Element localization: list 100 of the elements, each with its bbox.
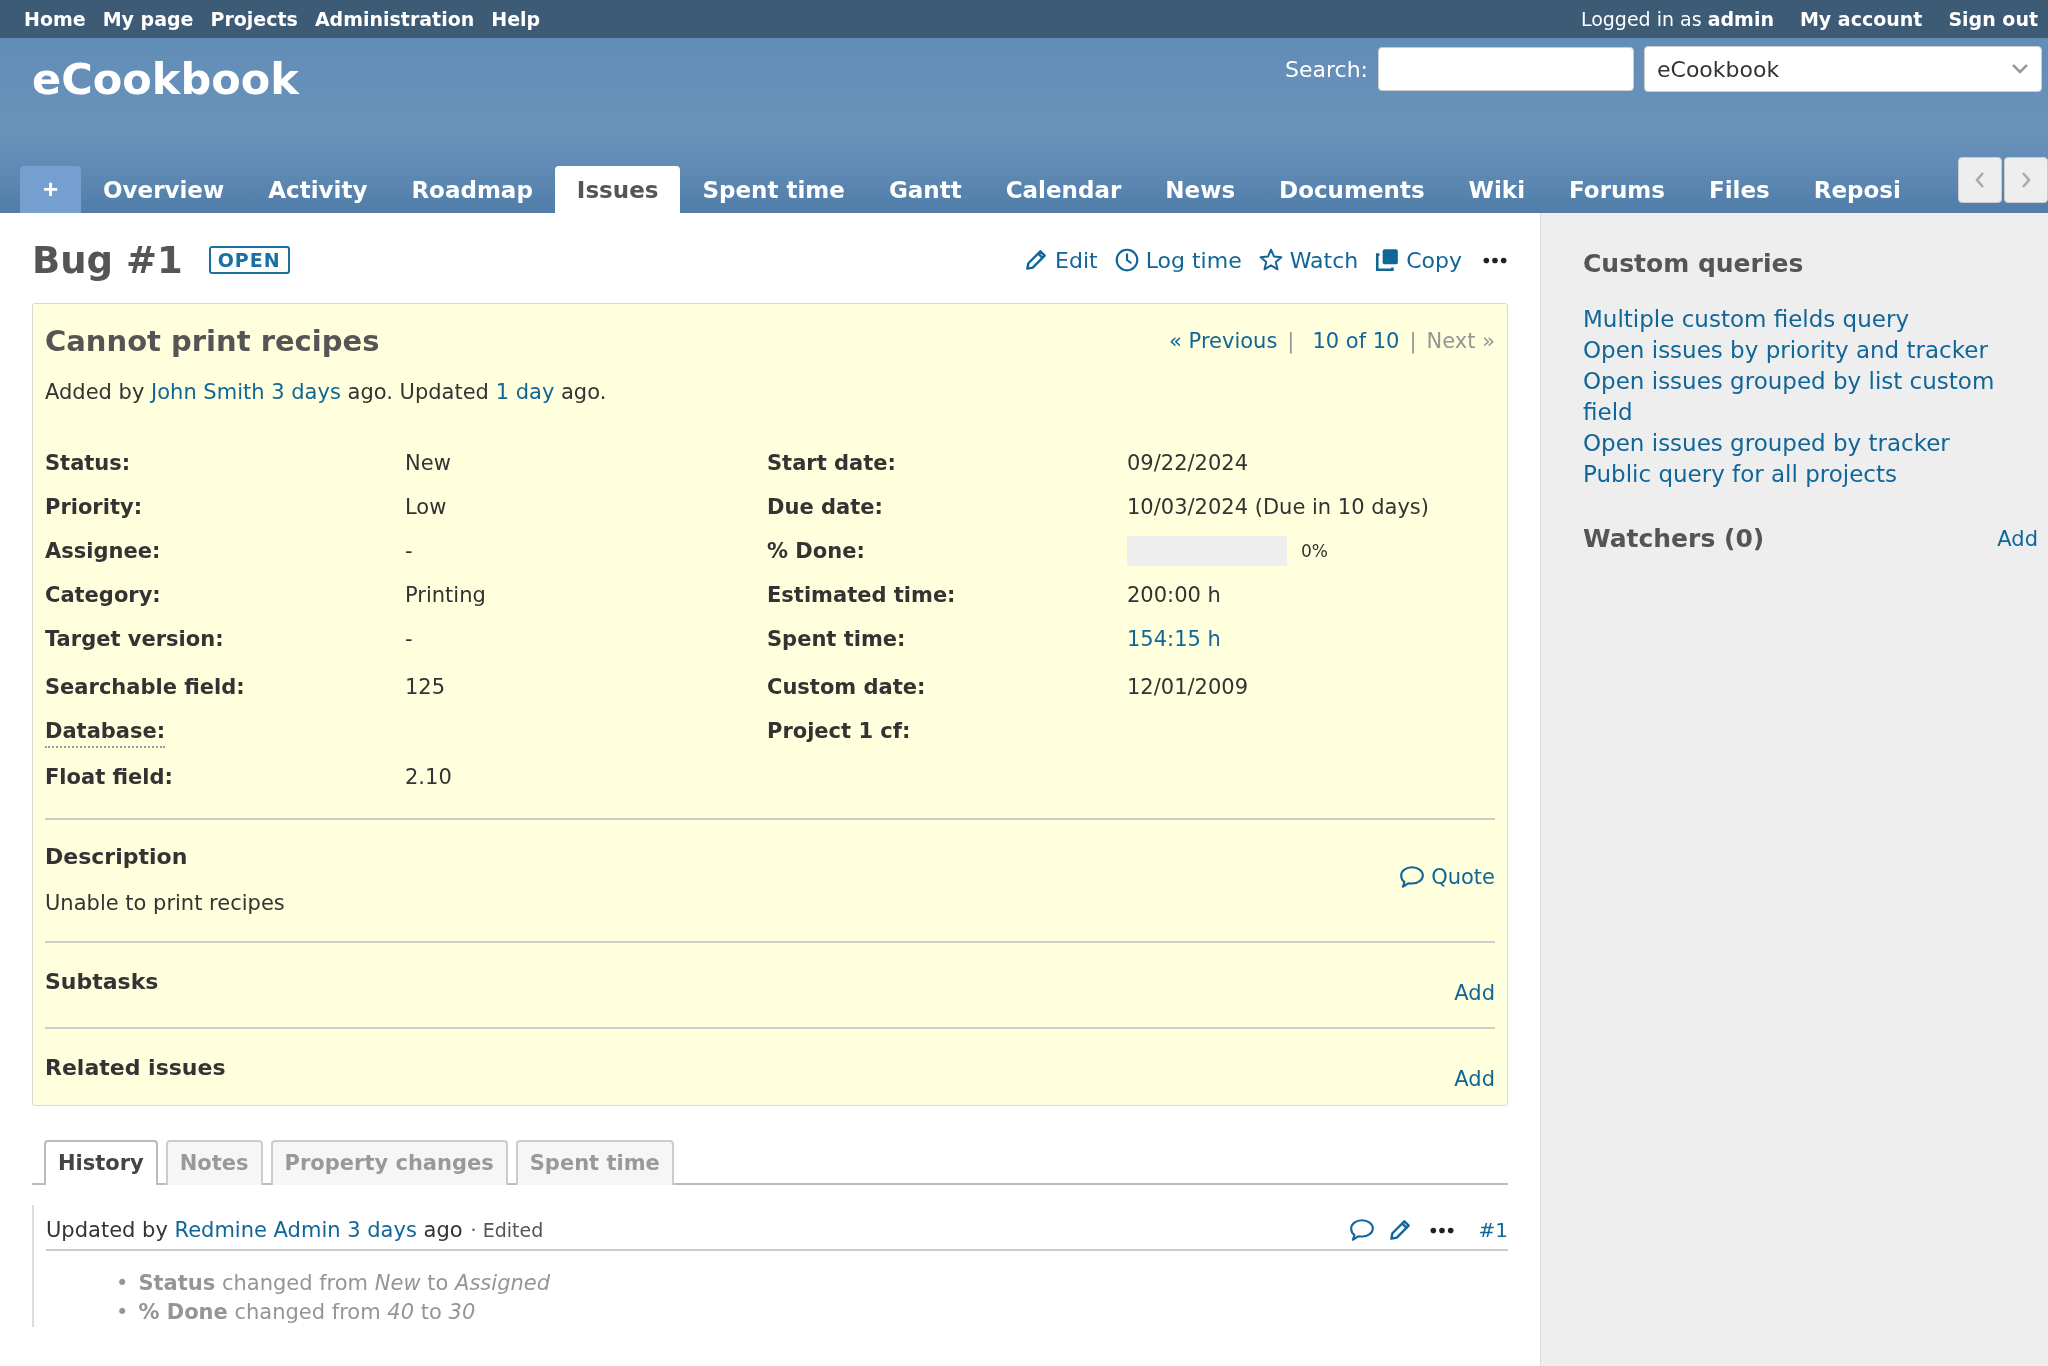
- attribute-value: -: [405, 626, 414, 653]
- query-link[interactable]: Public query for all projects: [1583, 459, 2038, 490]
- status-badge: OPEN: [208, 246, 290, 274]
- account-link[interactable]: My account: [1799, 8, 1923, 30]
- menu-tab[interactable]: Issues: [554, 166, 681, 213]
- query-link[interactable]: Open issues grouped by list custom field: [1583, 366, 2038, 428]
- journal-header: Updated by Redmine Admin 3 days ago: [46, 1218, 463, 1242]
- issue-title: Bug #1: [32, 238, 183, 282]
- previous-link[interactable]: « Previous: [1169, 329, 1278, 353]
- attribute-label: Start date:: [767, 450, 897, 477]
- attribute-value: 125: [405, 674, 447, 701]
- query-link[interactable]: Open issues grouped by tracker: [1583, 428, 2038, 459]
- nav-separator: |: [1287, 329, 1295, 353]
- chevron-right-icon: [2020, 171, 2032, 189]
- issue-subject: Cannot print recipes: [45, 324, 380, 358]
- attribute-value: New: [405, 450, 452, 477]
- attribute-value: -: [405, 538, 414, 565]
- speech-bubble-icon[interactable]: [1399, 864, 1426, 890]
- progress-percent: 0%: [1301, 540, 1328, 563]
- menu-tab[interactable]: Gantt: [866, 166, 984, 213]
- attribute-label: Estimated time:: [767, 582, 957, 609]
- subtasks-heading: Subtasks: [45, 969, 159, 994]
- account-link[interactable]: Sign out: [1948, 8, 2038, 30]
- menu-tab[interactable]: Calendar: [983, 166, 1144, 213]
- menu-tab[interactable]: Documents: [1257, 166, 1447, 213]
- attribute-label: Database:: [45, 716, 166, 748]
- nav-separator: |: [1409, 329, 1417, 353]
- created-time-link[interactable]: 3 days: [271, 380, 341, 404]
- author-line: Added by John Smith 3 days ago. Updated 1 day ago.: [45, 380, 608, 404]
- issue-counter-link[interactable]: 10 of 10: [1312, 329, 1400, 353]
- search-field[interactable]: [1378, 47, 1634, 91]
- top-menu-link[interactable]: Help: [491, 8, 541, 30]
- attribute-label: Float field:: [45, 764, 174, 791]
- attribute-value: 12/01/2009: [1127, 674, 1250, 701]
- speech-bubble-icon[interactable]: [1348, 1217, 1375, 1243]
- attribute-label: Assignee:: [45, 538, 162, 565]
- attribute-label: Status:: [45, 450, 132, 477]
- top-menu-link[interactable]: Projects: [210, 8, 298, 30]
- add-watcher-link[interactable]: Add: [1997, 526, 2038, 551]
- add-related-issue-link[interactable]: Add: [1454, 1067, 1495, 1091]
- related-issues-heading: Related issues: [45, 1055, 226, 1080]
- attribute-link[interactable]: 154:15 h: [1127, 627, 1221, 651]
- attribute-value: 200:00 h: [1127, 582, 1222, 609]
- journal-time-link[interactable]: 3 days: [347, 1218, 417, 1242]
- menu-tab[interactable]: News: [1143, 166, 1258, 213]
- attribute-label: Custom date:: [767, 674, 927, 701]
- attribute-value: 2.10: [405, 764, 453, 791]
- log-time-link[interactable]: Log time: [1113, 247, 1242, 273]
- attribute-value: Low: [405, 494, 448, 521]
- search-label: Search:: [1285, 56, 1368, 82]
- clock-icon: [1113, 247, 1140, 273]
- edited-label: · Edited: [470, 1219, 544, 1241]
- menu-tab[interactable]: Forums: [1547, 166, 1687, 213]
- top-menu-link[interactable]: Administration: [314, 8, 475, 30]
- top-menu-link[interactable]: Home: [24, 8, 86, 30]
- menu-tab[interactable]: Reposi: [1791, 166, 1923, 213]
- menu-tab[interactable]: Overview: [81, 166, 247, 213]
- menu-tab[interactable]: Activity: [246, 166, 390, 213]
- watchers-heading: Watchers (0): [1583, 524, 1765, 553]
- quote-link[interactable]: Quote: [1399, 864, 1495, 890]
- query-link[interactable]: Multiple custom fields query: [1583, 304, 2038, 335]
- attribute-value: Printing: [405, 582, 487, 609]
- copy-link[interactable]: Copy: [1374, 247, 1462, 273]
- attribute-label: Searchable field:: [45, 674, 246, 701]
- menu-tab[interactable]: Roadmap: [389, 166, 555, 213]
- menu-tab[interactable]: Files: [1687, 166, 1792, 213]
- project-select[interactable]: eCookbook: [1644, 46, 2042, 92]
- more-icon[interactable]: [1482, 255, 1508, 265]
- attribute-label: Project 1 cf:: [767, 718, 912, 745]
- custom-queries-heading: Custom queries: [1583, 249, 1805, 278]
- bullet: •: [116, 1299, 129, 1326]
- top-menu-link[interactable]: My page: [102, 8, 194, 30]
- watch-link[interactable]: Watch: [1257, 247, 1359, 273]
- next-link: Next »: [1426, 329, 1495, 353]
- journal-number-link[interactable]: #1: [1478, 1218, 1508, 1242]
- change-detail: Status changed from New to Assigned: [138, 1270, 552, 1297]
- author-link[interactable]: John Smith: [151, 380, 265, 404]
- updated-time-link[interactable]: 1 day: [495, 380, 555, 404]
- attribute-value: 09/22/2024: [1127, 450, 1250, 477]
- attribute-label: Priority:: [45, 494, 144, 521]
- star-icon: [1257, 247, 1284, 273]
- menu-tab[interactable]: Wiki: [1446, 166, 1548, 213]
- attribute-label: Target version:: [45, 626, 225, 653]
- user-link[interactable]: Redmine Admin: [174, 1218, 341, 1242]
- menu-tab[interactable]: Spent time: [680, 166, 867, 213]
- history-tab[interactable]: History: [44, 1140, 158, 1185]
- attribute-label: Spent time:: [767, 626, 907, 653]
- logged-in-text: Logged in as admin: [1580, 8, 1774, 30]
- description-text: Unable to print recipes: [45, 891, 285, 915]
- edit-link[interactable]: Edit: [1023, 247, 1098, 273]
- change-detail: % Done changed from 40 to 30: [138, 1299, 477, 1326]
- chevron-down-icon: [2011, 63, 2029, 75]
- attribute-label: % Done:: [767, 538, 866, 565]
- query-link[interactable]: Open issues by priority and tracker: [1583, 335, 2038, 366]
- more-icon[interactable]: [1428, 1225, 1455, 1235]
- attribute-label: Category:: [45, 582, 162, 609]
- bullet: •: [116, 1270, 129, 1297]
- attribute-label: Due date:: [767, 494, 884, 521]
- copy-icon: [1374, 247, 1401, 273]
- add-subtask-link[interactable]: Add: [1454, 981, 1495, 1005]
